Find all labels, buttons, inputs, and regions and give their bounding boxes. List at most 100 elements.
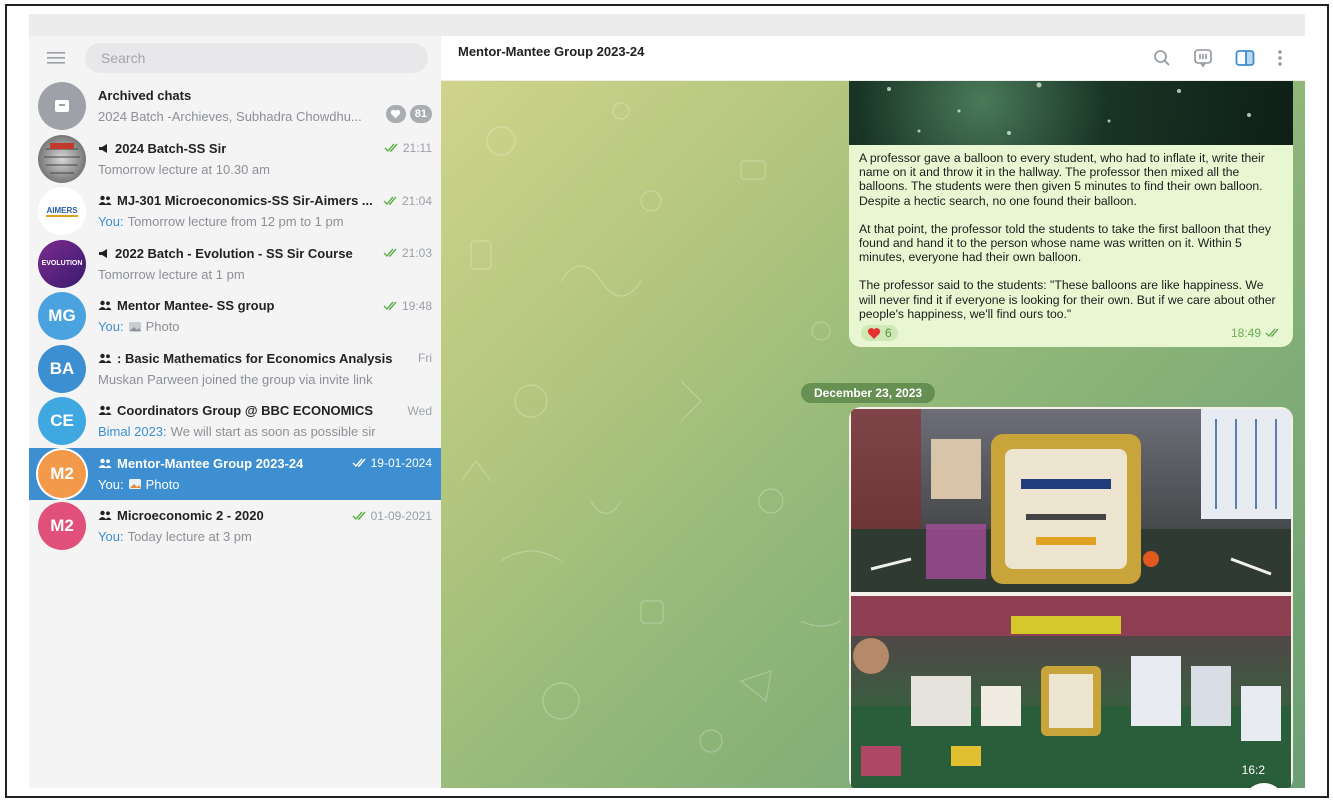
chat-item[interactable]: M2 Microeconomic 2 - 2020 01-09-2021 You: To… [29, 500, 441, 553]
heart-icon [391, 109, 401, 118]
chat-row-bottom: Muskan Parween joined the group via invi… [98, 366, 432, 387]
hamburger-menu-button[interactable] [43, 45, 69, 71]
avatar-initials: M2 [50, 463, 74, 483]
sidebar-toggle-icon[interactable] [1235, 49, 1255, 67]
chat-avatar [38, 134, 86, 183]
chat-title-wrap: : Basic Mathematics for Economics Analys… [98, 351, 393, 366]
chat-row-top: : Basic Mathematics for Economics Analys… [98, 351, 432, 366]
photo-message-bubble[interactable]: 16:2 [849, 407, 1293, 788]
chat-time: 19-01-2024 [352, 456, 432, 470]
chat-preview: You: Photo [98, 319, 180, 334]
group-icon [98, 406, 112, 416]
chat-row-bottom: You: Today lecture at 3 pm [98, 523, 432, 544]
chat-preview: Tomorrow lecture at 1 pm [98, 267, 245, 282]
more-options-icon[interactable] [1277, 49, 1283, 67]
message-paragraph: At that point, the professor told the st… [859, 221, 1271, 265]
double-check-icon [352, 511, 366, 520]
chat-item[interactable]: BA: Basic Mathematics for Economics Anal… [29, 343, 441, 396]
chat-meta: MJ-301 Microeconomics-SS Sir-Aimers ... 2… [98, 193, 432, 229]
telegram-app: Search Archived chats 2024 Batch -Archiev… [29, 36, 1305, 788]
chat-title: Mentor-Mantee Group 2023-24 [117, 455, 304, 471]
photo1-drawing [851, 409, 1291, 592]
chat-preview-text: Photo [145, 476, 180, 492]
chat-item[interactable]: AIMERS MJ-301 Microeconomics-SS Sir-Aimer… [29, 185, 441, 238]
chat-preview: Muskan Parween joined the group via invi… [98, 372, 373, 387]
photo-time: 16:2 [1241, 763, 1265, 777]
reaction-button[interactable]: 6 [861, 325, 898, 342]
message-time-text: 18:49 [1230, 326, 1261, 341]
megaphone-icon [99, 143, 107, 153]
double-check-icon [383, 301, 397, 310]
message-text: A professor gave a balloon to every stud… [849, 145, 1293, 321]
chat-preview: You: Photo [98, 477, 180, 492]
hamburger-icon [47, 52, 65, 64]
chat-row-top: Mentor-Mantee Group 2023-24 19-01-2024 [98, 456, 432, 471]
chat-title: 2022 Batch - Evolution - SS Sir Course [115, 245, 353, 261]
chat-avatar: EVOLUTION [38, 239, 86, 288]
photo-exhibition-stall[interactable] [851, 596, 1291, 788]
chat-avatar: M2 [38, 502, 86, 551]
chat-title: Archived chats [98, 88, 192, 104]
avatar-initials: MG [48, 306, 76, 326]
video-chat-icon[interactable] [1193, 48, 1213, 68]
chat-row-top: Microeconomic 2 - 2020 01-09-2021 [98, 508, 432, 523]
chat-title: 2024 Batch-SS Sir [115, 140, 227, 156]
chat-row-bottom: 2024 Batch -Archieves, Subhadra Chowdhu.… [98, 103, 432, 124]
chat-meta: Mentor-Mantee Group 2023-24 19-01-2024 You… [98, 456, 432, 492]
chat-time: 19:48 [383, 299, 432, 313]
avatar-text: AIMERS [46, 205, 78, 217]
chat-row-bottom: You: Tomorrow lecture from 12 pm to 1 pm [98, 208, 432, 229]
chat-item[interactable]: M2 Mentor-Mantee Group 2023-24 19-01-2024 Y… [29, 447, 441, 500]
chat-preview: Tomorrow lecture at 10.30 am [98, 162, 270, 177]
chat-meta: Microeconomic 2 - 2020 01-09-2021 You: Toda… [98, 508, 432, 544]
chat-preview: You: Today lecture at 3 pm [98, 529, 252, 544]
chat-item[interactable]: CE Coordinators Group @ BBC ECONOMICS Wed B… [29, 395, 441, 448]
chat-title: : Basic Mathematics for Economics Analys… [117, 350, 393, 366]
chat-title-wrap: 2024 Batch-SS Sir [98, 141, 226, 156]
chat-list: Archived chats 2024 Batch -Archieves, Sub… [29, 80, 441, 553]
chat-avatar [38, 82, 86, 131]
chat-row-bottom: Tomorrow lecture at 1 pm [98, 261, 432, 282]
chat-list-sidebar: Search Archived chats 2024 Batch -Archiev… [29, 36, 441, 788]
text-message-bubble[interactable]: A professor gave a balloon to every stud… [849, 81, 1293, 348]
chat-row-top: Coordinators Group @ BBC ECONOMICS Wed [98, 403, 432, 418]
chat-time-text: Fri [418, 351, 432, 366]
chat-row-top: Mentor Mantee- SS group 19:48 [98, 298, 432, 313]
photo-highlights [887, 82, 1251, 135]
chat-title[interactable]: Mentor-Mantee Group 2023-24 [458, 44, 644, 59]
chat-title-wrap: Coordinators Group @ BBC ECONOMICS [98, 403, 373, 418]
chat-avatar: AIMERS [38, 187, 86, 236]
group-icon [98, 353, 112, 363]
chat-time: 21:04 [383, 194, 432, 208]
chat-item[interactable]: MG Mentor Mantee- SS group 19:48 You: Photo [29, 290, 441, 343]
chat-avatar: MG [38, 292, 86, 341]
message-photo[interactable] [849, 81, 1293, 145]
chat-title-wrap: MJ-301 Microeconomics-SS Sir-Aimers ... [98, 193, 373, 208]
chat-header: Mentor-Mantee Group 2023-24 [441, 36, 1305, 81]
chat-row-bottom: You: Photo [98, 313, 432, 334]
double-check-icon [383, 196, 397, 205]
chat-title: Mentor Mantee- SS group [117, 298, 275, 314]
chat-title: MJ-301 Microeconomics-SS Sir-Aimers ... [117, 193, 373, 209]
megaphone-icon [99, 248, 107, 258]
chat-row-bottom: Bimal 2023: We will start as soon as poss… [98, 418, 432, 439]
photo-trophy-display[interactable] [851, 409, 1291, 592]
chat-time-text: Wed [407, 403, 432, 418]
search-input[interactable]: Search [85, 43, 428, 73]
chat-item[interactable]: 2024 Batch-SS Sir 21:11 Tomorrow lecture a… [29, 133, 441, 186]
search-icon[interactable] [1153, 49, 1171, 67]
message-time: 18:49 [1231, 326, 1281, 340]
chat-time: 21:03 [383, 246, 432, 260]
date-separator: December 23, 2023 [801, 383, 936, 403]
message-paragraph: The professor said to the students: "The… [859, 278, 1276, 321]
chat-row-top: MJ-301 Microeconomics-SS Sir-Aimers ... 2… [98, 193, 432, 208]
sender-label: Bimal 2023: [98, 424, 167, 440]
chat-item[interactable]: EVOLUTION 2022 Batch - Evolution - SS Sir… [29, 238, 441, 291]
avatar-initials: CE [50, 411, 74, 431]
chat-meta: Archived chats 2024 Batch -Archieves, Sub… [98, 88, 432, 124]
chat-time-text: 21:11 [402, 141, 432, 156]
chat-item[interactable]: Archived chats 2024 Batch -Archieves, Sub… [29, 80, 441, 133]
double-check-icon [352, 458, 366, 468]
sender-label: You: [98, 529, 124, 545]
chat-time-text: 19-01-2024 [370, 456, 432, 471]
